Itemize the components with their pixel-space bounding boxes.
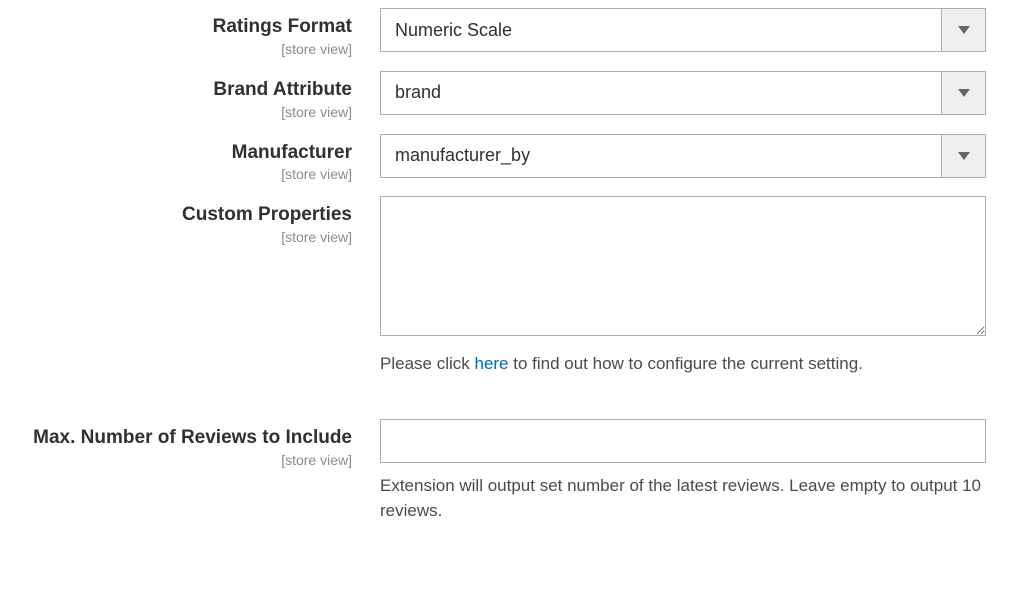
max-reviews-label: Max. Number of Reviews to Include: [0, 427, 352, 450]
manufacturer-label: Manufacturer: [0, 142, 352, 165]
label-col: Ratings Format [store view]: [0, 8, 380, 57]
brand-attribute-value: brand: [381, 82, 941, 103]
manufacturer-select[interactable]: manufacturer_by: [380, 134, 986, 178]
brand-attribute-select[interactable]: brand: [380, 71, 986, 115]
brand-attribute-label: Brand Attribute: [0, 79, 352, 102]
ratings-format-label: Ratings Format: [0, 16, 352, 39]
field-row-manufacturer: Manufacturer [store view] manufacturer_b…: [0, 134, 1006, 183]
control-col: brand: [380, 71, 986, 115]
scope-hint: [store view]: [0, 41, 352, 57]
custom-properties-hint-link[interactable]: here: [474, 354, 508, 373]
control-col: manufacturer_by: [380, 134, 986, 178]
label-col: Max. Number of Reviews to Include [store…: [0, 419, 380, 468]
ratings-format-select[interactable]: Numeric Scale: [380, 8, 986, 52]
label-col: Brand Attribute [store view]: [0, 71, 380, 120]
scope-hint: [store view]: [0, 229, 352, 245]
custom-properties-textarea[interactable]: [380, 196, 986, 336]
field-row-max-reviews: Max. Number of Reviews to Include [store…: [0, 419, 1006, 524]
field-row-custom-properties: Custom Properties [store view] Please cl…: [0, 196, 1006, 377]
field-row-brand-attribute: Brand Attribute [store view] brand: [0, 71, 1006, 120]
custom-properties-label: Custom Properties: [0, 204, 352, 227]
chevron-down-icon: [941, 9, 985, 51]
control-col: Please click here to find out how to con…: [380, 196, 986, 377]
config-form: Ratings Format [store view] Numeric Scal…: [0, 0, 1024, 558]
control-col: Numeric Scale: [380, 8, 986, 52]
scope-hint: [store view]: [0, 166, 352, 182]
chevron-down-icon: [941, 72, 985, 114]
max-reviews-hint: Extension will output set number of the …: [380, 473, 986, 524]
spacer: [0, 391, 1006, 419]
label-col: Custom Properties [store view]: [0, 196, 380, 245]
custom-properties-hint: Please click here to find out how to con…: [380, 351, 986, 377]
chevron-down-icon: [941, 135, 985, 177]
label-col: Manufacturer [store view]: [0, 134, 380, 183]
control-col: Extension will output set number of the …: [380, 419, 986, 524]
hint-text-pre: Please click: [380, 354, 474, 373]
max-reviews-input[interactable]: [380, 419, 986, 463]
hint-text-post: to find out how to configure the current…: [509, 354, 863, 373]
field-row-ratings-format: Ratings Format [store view] Numeric Scal…: [0, 8, 1006, 57]
scope-hint: [store view]: [0, 452, 352, 468]
manufacturer-value: manufacturer_by: [381, 145, 941, 166]
scope-hint: [store view]: [0, 104, 352, 120]
ratings-format-value: Numeric Scale: [381, 20, 941, 41]
